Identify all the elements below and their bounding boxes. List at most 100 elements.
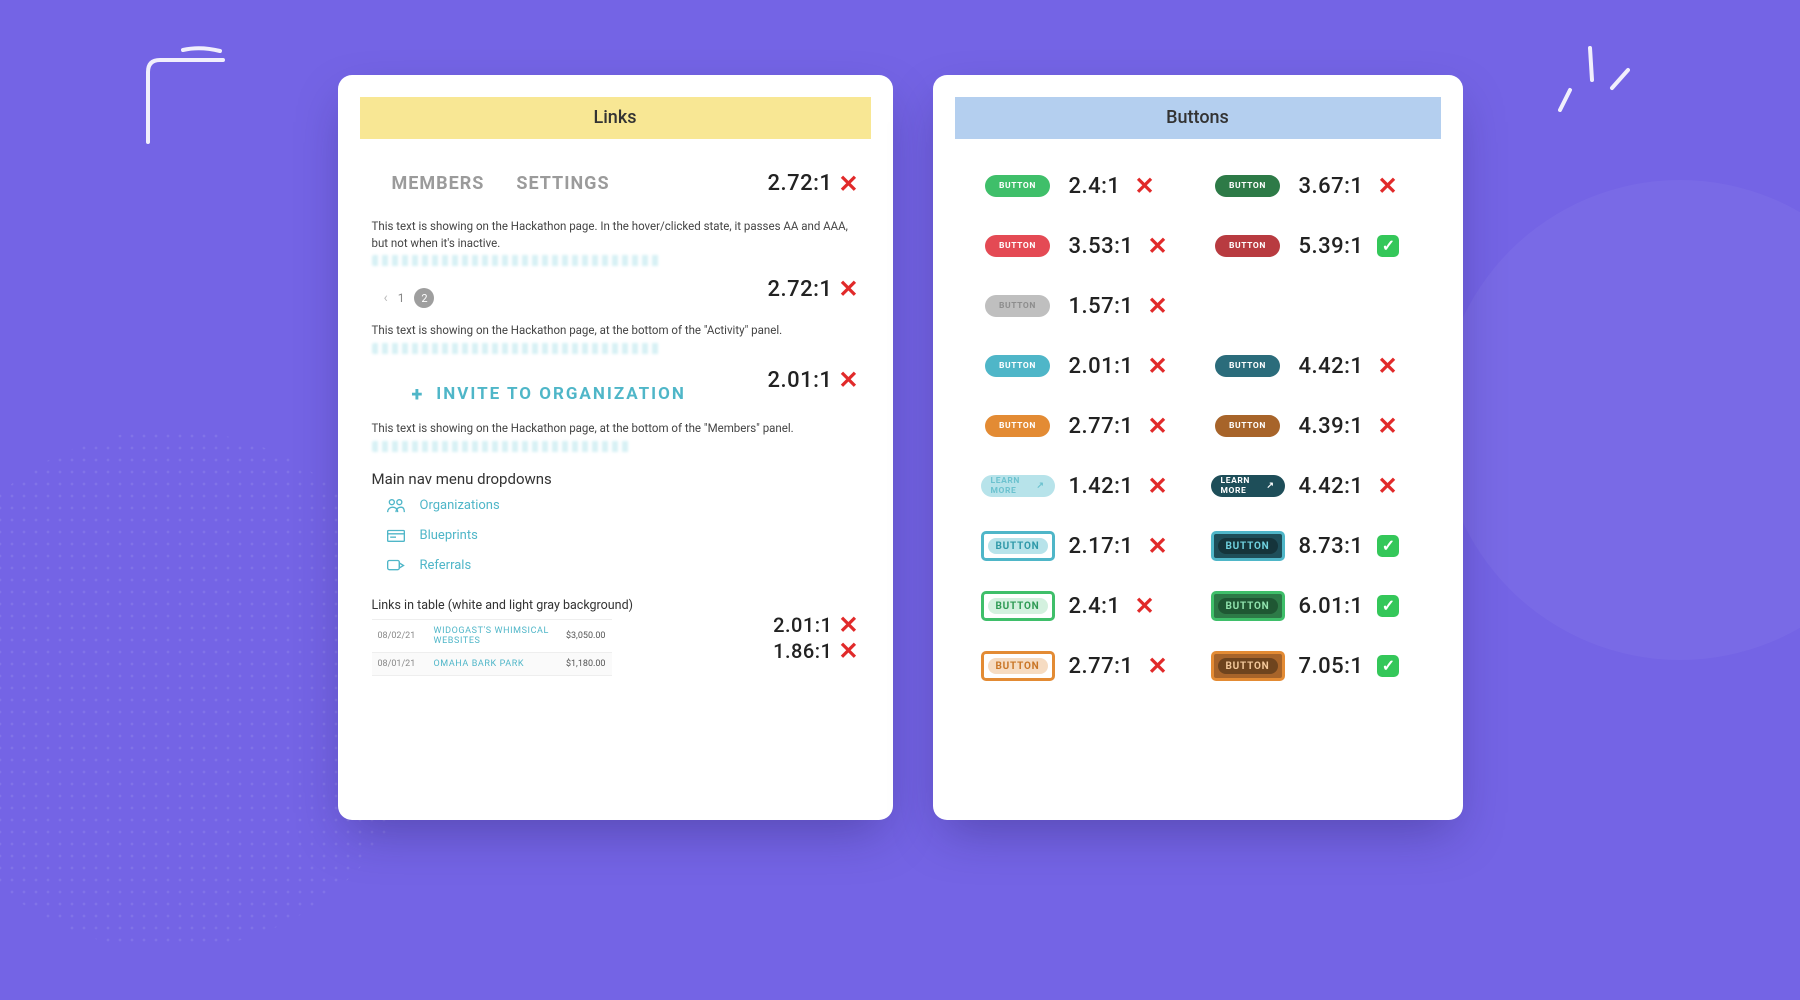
sample-learn-more-button[interactable]: LEARN MORE <box>1211 475 1285 497</box>
table-price: $3,050.00 <box>566 631 606 641</box>
nav-item-label: Blueprints <box>420 528 478 543</box>
contrast-ratio: 3.53:1 <box>1069 234 1134 259</box>
sample-button[interactable]: BUTTON <box>985 175 1050 197</box>
contrast-ratio: 6.01:1 <box>1299 594 1364 619</box>
sample-button[interactable]: BUTTON <box>1211 591 1285 621</box>
contrast-ratio: 2.77:1 <box>1069 654 1134 679</box>
fail-icon: ✕ <box>1147 354 1167 378</box>
fail-icon: ✕ <box>838 368 858 392</box>
sample-button[interactable]: BUTTON <box>1215 175 1280 197</box>
table-title: Links in table (white and light gray bac… <box>372 598 859 613</box>
sample-button[interactable]: BUTTON <box>985 235 1050 257</box>
contrast-ratio: 7.05:1 <box>1299 654 1364 679</box>
table-date: 08/01/21 <box>378 659 426 669</box>
invite-label: INVITE TO ORGANIZATION <box>436 384 686 404</box>
external-link-icon <box>1036 481 1044 491</box>
fail-icon: ✕ <box>1377 474 1397 498</box>
pager-ratio: 2.72:1 <box>767 277 832 302</box>
tabs-example: MEMBERS SETTINGS <box>372 173 610 194</box>
fail-icon: ✕ <box>838 172 858 196</box>
fail-icon: ✕ <box>1377 354 1397 378</box>
nav-icon <box>386 528 406 544</box>
contrast-ratio: 2.77:1 <box>1069 414 1134 439</box>
contrast-ratio: 4.39:1 <box>1299 414 1364 439</box>
redacted-link <box>372 255 662 266</box>
fail-icon: ✕ <box>838 613 858 637</box>
fail-icon: ✕ <box>1147 534 1167 558</box>
sample-button[interactable]: BUTTON <box>985 355 1050 377</box>
nav-item-blueprints[interactable]: Blueprints <box>386 528 859 544</box>
pager-prev-icon[interactable]: ‹ <box>384 290 388 306</box>
contrast-ratio: 1.42:1 <box>1069 474 1134 499</box>
button-swatch-cell: BUTTON 2.4:1 ✕ <box>981 589 1185 623</box>
caption-2: This text is showing on the Hackathon pa… <box>372 322 859 339</box>
contrast-ratio: 2.4:1 <box>1069 594 1121 619</box>
sample-button[interactable]: BUTTON <box>981 591 1055 621</box>
pass-icon: ✓ <box>1377 655 1399 677</box>
links-card: Links MEMBERS SETTINGS 2.72:1 ✕ This tex… <box>338 75 893 820</box>
contrast-ratio: 4.42:1 <box>1299 354 1364 379</box>
redacted-link <box>372 441 632 452</box>
nav-icon <box>386 498 406 514</box>
table-price: $1,180.00 <box>566 659 606 669</box>
sample-button[interactable]: BUTTON <box>985 415 1050 437</box>
button-swatch-cell: BUTTON2.17:1✕ <box>981 529 1185 563</box>
sample-learn-more-button[interactable]: LEARN MORE <box>981 475 1055 497</box>
sample-button[interactable]: BUTTON <box>1211 531 1285 561</box>
button-swatch-cell: BUTTON 4.39:1 ✕ <box>1211 409 1415 443</box>
buttons-card-title: Buttons <box>955 97 1441 139</box>
pager-page-1[interactable]: 1 <box>398 291 405 305</box>
fail-icon: ✕ <box>1147 234 1167 258</box>
button-swatch-cell: BUTTON6.01:1✓ <box>1211 589 1415 623</box>
pager-page-2[interactable]: 2 <box>414 288 434 308</box>
contrast-ratio: 8.73:1 <box>1299 534 1364 559</box>
nav-item-referrals[interactable]: Referrals <box>386 558 859 574</box>
table-ratio: 2.01:1 <box>773 613 832 637</box>
button-swatch-cell: BUTTON 7.05:1 ✓ <box>1211 649 1415 683</box>
external-link-icon <box>1266 481 1274 491</box>
sample-button[interactable]: BUTTON <box>981 651 1055 681</box>
contrast-ratio: 2.01:1 <box>1069 354 1134 379</box>
fail-icon: ✕ <box>838 277 858 301</box>
table-link[interactable]: WIDOGAST'S WHIMSICAL WEBSITES <box>426 626 566 646</box>
caption-1: This text is showing on the Hackathon pa… <box>372 218 859 251</box>
table-ratio: 1.86:1 <box>773 639 832 663</box>
button-swatch-cell: BUTTON2.4:1✕ <box>981 169 1185 203</box>
sample-button[interactable]: BUTTON <box>1215 355 1280 377</box>
button-swatch-cell: BUTTON3.67:1✕ <box>1211 169 1415 203</box>
tab-members[interactable]: MEMBERS <box>392 173 485 194</box>
sample-button[interactable]: BUTTON <box>1215 235 1280 257</box>
buttons-card: Buttons BUTTON 2.4:1 ✕ BUTTON 3.67:1 ✕ BUTTON 3… <box>933 75 1463 820</box>
nav-item-label: Referrals <box>420 558 472 573</box>
fail-icon: ✕ <box>1377 414 1397 438</box>
fail-icon: ✕ <box>1147 654 1167 678</box>
table-link[interactable]: OMAHA BARK PARK <box>426 659 566 669</box>
sample-button[interactable]: BUTTON <box>985 295 1050 317</box>
pass-icon: ✓ <box>1377 535 1399 557</box>
button-swatch-cell: BUTTON1.57:1✕ <box>981 289 1185 323</box>
button-swatch-cell: BUTTON 4.42:1 ✕ <box>1211 349 1415 383</box>
pass-icon: ✓ <box>1377 235 1399 257</box>
sample-button[interactable]: BUTTON <box>1211 651 1285 681</box>
sample-button[interactable]: BUTTON <box>1215 415 1280 437</box>
contrast-ratio: 5.39:1 <box>1299 234 1364 259</box>
sample-button[interactable]: BUTTON <box>981 531 1055 561</box>
nav-heading: Main nav menu dropdowns <box>372 470 859 488</box>
plus-icon: + <box>412 382 425 406</box>
nav-item-label: Organizations <box>420 498 500 513</box>
button-swatch-cell: BUTTON 2.77:1 ✕ <box>981 649 1185 683</box>
fail-icon: ✕ <box>1147 474 1167 498</box>
contrast-ratio: 3.67:1 <box>1299 174 1364 199</box>
button-swatch-cell: BUTTON 2.77:1 ✕ <box>981 409 1185 443</box>
fail-icon: ✕ <box>1134 594 1154 618</box>
fail-icon: ✕ <box>1147 414 1167 438</box>
tab-settings[interactable]: SETTINGS <box>516 173 609 194</box>
invite-link[interactable]: + INVITE TO ORGANIZATION <box>372 382 686 406</box>
nav-item-organizations[interactable]: Organizations <box>386 498 859 514</box>
table-row: 08/01/21OMAHA BARK PARK$1,180.00 <box>372 653 612 676</box>
caption-3: This text is showing on the Hackathon pa… <box>372 420 859 437</box>
table-date: 08/02/21 <box>378 631 426 641</box>
fail-icon: ✕ <box>838 639 858 663</box>
pagination-example: ‹ 1 2 <box>372 288 435 308</box>
contrast-ratio: 4.42:1 <box>1299 474 1364 499</box>
